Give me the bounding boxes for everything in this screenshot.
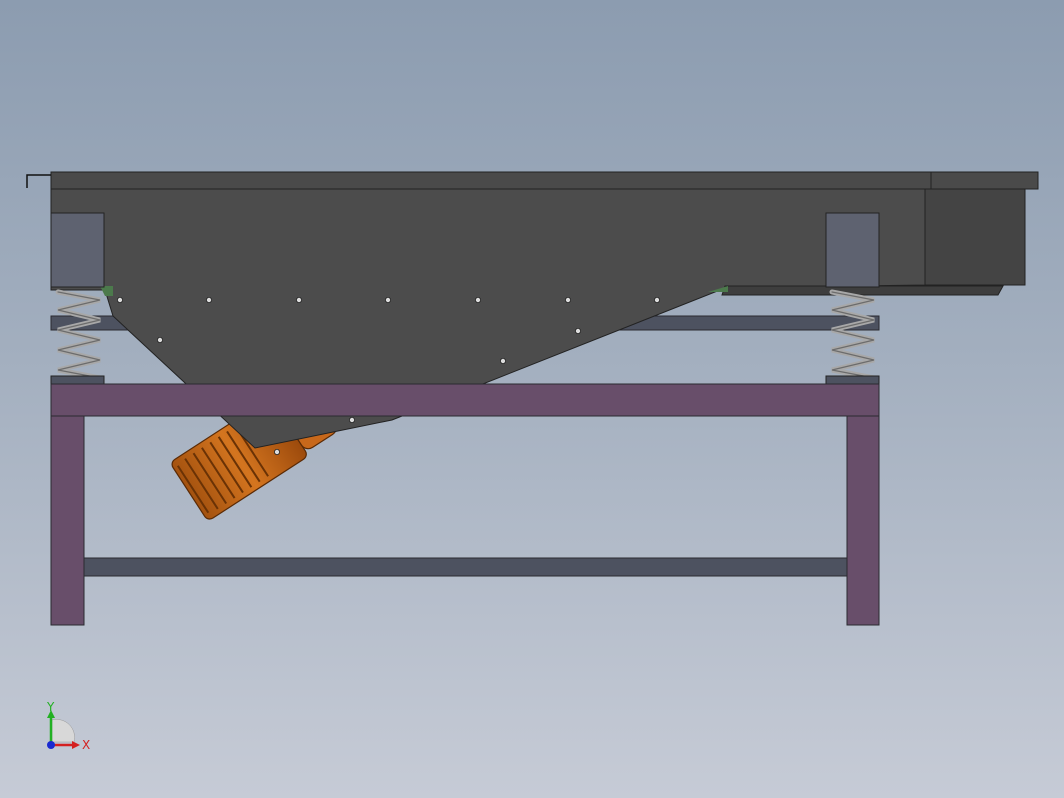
right-spring-bracket <box>825 212 880 288</box>
orientation-triad[interactable]: Y X <box>38 700 98 760</box>
x-axis-label: X <box>82 738 90 752</box>
frame-top-beam <box>50 383 880 417</box>
z-axis-dot <box>47 741 55 749</box>
trough-top-lip <box>50 171 1039 190</box>
left-spring[interactable] <box>55 289 103 381</box>
frame-bottom-rail <box>83 557 849 577</box>
left-spring-bracket <box>50 212 105 288</box>
cad-viewport[interactable] <box>0 0 1064 798</box>
frame-right-leg <box>846 414 880 626</box>
discharge-box <box>924 188 1026 286</box>
support-frame[interactable] <box>50 414 880 626</box>
frame-left-leg <box>50 414 85 626</box>
origin-bracket <box>26 174 51 188</box>
right-spring[interactable] <box>829 289 877 381</box>
y-axis-label: Y <box>46 700 55 714</box>
